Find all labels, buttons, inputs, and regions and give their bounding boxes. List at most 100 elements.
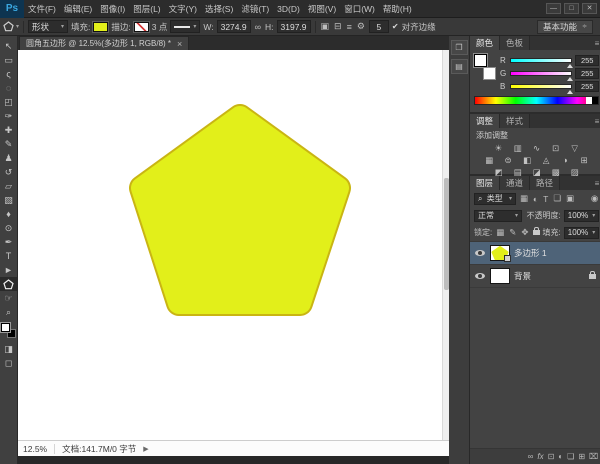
tool-preset-icon[interactable]: ▾ — [3, 21, 19, 32]
eraser-tool[interactable]: ▱ — [0, 179, 17, 193]
stroke-style-dropdown[interactable]: ▾ — [170, 20, 200, 33]
panel-menu-icon[interactable]: ≡ — [595, 39, 600, 48]
menu-image[interactable]: 图像(I) — [96, 3, 129, 15]
brush-tool[interactable]: ✎ — [0, 137, 17, 151]
document-canvas[interactable] — [18, 50, 449, 440]
healing-brush-tool[interactable]: ✚ — [0, 123, 17, 137]
curves-icon[interactable]: ∿ — [529, 143, 544, 154]
maximize-button[interactable]: □ — [564, 3, 579, 14]
layer-thumbnail[interactable] — [490, 268, 510, 284]
lock-all-icon[interactable] — [533, 230, 540, 235]
green-slider[interactable] — [510, 71, 572, 76]
tab-paths[interactable]: 路径 — [530, 176, 560, 190]
pentagon-shape[interactable] — [18, 50, 449, 440]
green-value-field[interactable]: 255 — [575, 68, 599, 79]
layer-thumbnail[interactable] — [490, 245, 510, 261]
dodge-tool[interactable]: ⊙ — [0, 221, 17, 235]
menu-type[interactable]: 文字(Y) — [165, 3, 201, 15]
shape-tool[interactable] — [0, 277, 17, 291]
menu-file[interactable]: 文件(F) — [24, 3, 60, 15]
zoom-tool[interactable]: ⌕ — [0, 305, 17, 319]
status-flyout-icon[interactable]: ▶ — [143, 445, 148, 453]
menu-edit[interactable]: 编辑(E) — [60, 3, 96, 15]
add-mask-icon[interactable]: ⊡ — [548, 452, 555, 461]
tab-channels[interactable]: 通道 — [500, 176, 530, 190]
stroke-color-swatch[interactable] — [134, 22, 149, 32]
new-layer-icon[interactable]: ⊞ — [578, 452, 585, 461]
color-balance-icon[interactable]: ⊜ — [501, 155, 516, 166]
shape-layer-filter-icon[interactable]: ❏ — [552, 193, 562, 204]
link-layers-icon[interactable]: ∞ — [528, 452, 534, 461]
menu-filter[interactable]: 滤镜(T) — [237, 3, 273, 15]
tab-styles[interactable]: 样式 — [500, 114, 530, 128]
hand-tool[interactable]: ☞ — [0, 291, 17, 305]
menu-select[interactable]: 选择(S) — [201, 3, 237, 15]
menu-help[interactable]: 帮助(H) — [379, 3, 416, 15]
adjustment-layer-filter-icon[interactable]: ◐ — [532, 194, 539, 204]
tab-swatches[interactable]: 色板 — [500, 36, 530, 50]
foreground-color-swatch[interactable] — [474, 54, 487, 67]
panel-menu-icon[interactable]: ≡ — [595, 179, 600, 188]
menu-window[interactable]: 窗口(W) — [340, 3, 379, 15]
height-field[interactable]: 3197.9 — [277, 20, 311, 33]
crop-tool[interactable]: ◰ — [0, 95, 17, 109]
stroke-width-value[interactable]: 3 点 — [152, 21, 168, 33]
close-icon[interactable]: × — [177, 39, 182, 49]
tab-adjustments[interactable]: 调整 — [470, 114, 500, 128]
menu-layer[interactable]: 图层(L) — [129, 3, 164, 15]
blur-tool[interactable]: ♦ — [0, 207, 17, 221]
path-selection-tool[interactable]: ► — [0, 263, 17, 277]
blue-slider[interactable] — [510, 84, 572, 89]
color-lookup-icon[interactable]: ⊞ — [577, 155, 592, 166]
workspace-switcher[interactable]: 基本功能 ≑ — [537, 20, 593, 34]
history-panel-icon[interactable]: ❐ — [451, 40, 468, 55]
smart-object-filter-icon[interactable]: ▣ — [565, 193, 575, 204]
vibrance-icon[interactable]: ▽ — [567, 143, 582, 154]
vertical-scrollbar[interactable] — [442, 50, 449, 440]
foreground-color-swatch[interactable] — [1, 323, 10, 332]
path-operations-icon[interactable]: ▣ — [320, 21, 331, 32]
red-slider[interactable] — [510, 58, 572, 63]
close-button[interactable]: ✕ — [582, 3, 597, 14]
type-tool[interactable]: T — [0, 249, 17, 263]
align-edges-checkbox[interactable]: ✔ — [392, 22, 399, 31]
path-alignment-icon[interactable]: ⊟ — [333, 21, 343, 32]
lock-transparency-icon[interactable]: ▦ — [495, 227, 505, 238]
layer-name[interactable]: 背景 — [514, 270, 531, 282]
levels-icon[interactable]: ▥ — [510, 143, 525, 154]
visibility-eye-icon[interactable] — [473, 247, 486, 260]
zoom-level-field[interactable]: 12.5% — [23, 444, 47, 454]
lock-paint-icon[interactable]: ✎ — [508, 227, 517, 238]
quick-mask-button[interactable]: ◨ — [0, 342, 17, 356]
foreground-background-swatches[interactable] — [1, 323, 16, 338]
gear-icon[interactable]: ⚙ — [356, 21, 366, 32]
new-adjustment-layer-icon[interactable]: ◐ — [558, 452, 563, 461]
fill-field[interactable]: 100% ▾ — [564, 227, 599, 239]
marquee-tool[interactable]: ▭ — [0, 53, 17, 67]
type-layer-filter-icon[interactable]: T — [542, 194, 549, 204]
width-field[interactable]: 3274.9 — [217, 20, 251, 33]
path-arrangement-icon[interactable]: ≡ — [346, 22, 353, 32]
minimize-button[interactable]: — — [546, 3, 561, 14]
exposure-icon[interactable]: ⊡ — [548, 143, 563, 154]
properties-panel-icon[interactable]: ▤ — [451, 59, 468, 74]
history-brush-tool[interactable]: ↺ — [0, 165, 17, 179]
new-group-icon[interactable]: ❏ — [567, 452, 574, 461]
hue-saturation-icon[interactable]: ▦ — [482, 155, 497, 166]
lock-position-icon[interactable]: ✥ — [520, 227, 529, 238]
filter-type-dropdown[interactable]: ⌕ 类型 ▾ — [474, 193, 516, 205]
brightness-contrast-icon[interactable]: ☀ — [491, 143, 506, 154]
black-ramp-end[interactable] — [592, 97, 598, 104]
tool-mode-dropdown[interactable]: 形状 ▾ — [28, 20, 68, 33]
opacity-field[interactable]: 100% ▾ — [564, 210, 599, 222]
quick-selection-tool[interactable]: ◌ — [0, 81, 17, 95]
photo-filter-icon[interactable]: ◬ — [539, 155, 554, 166]
pixel-layer-filter-icon[interactable]: ▦ — [519, 193, 529, 204]
red-value-field[interactable]: 255 — [575, 55, 599, 66]
layer-name[interactable]: 多边形 1 — [514, 247, 547, 259]
move-tool[interactable]: ↖ — [0, 39, 17, 53]
fill-color-swatch[interactable] — [93, 22, 108, 32]
link-dimensions-icon[interactable]: ∞ — [254, 22, 262, 32]
delete-layer-icon[interactable]: ⌧ — [589, 452, 598, 461]
channel-mixer-icon[interactable]: ◑ — [558, 155, 573, 166]
